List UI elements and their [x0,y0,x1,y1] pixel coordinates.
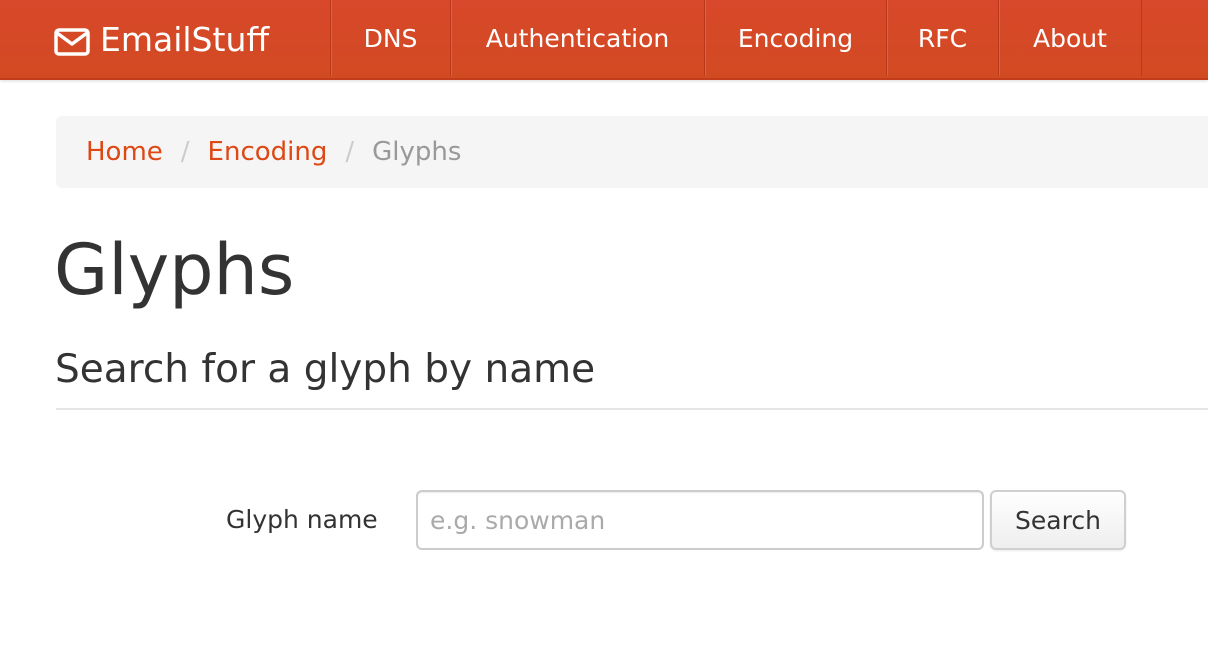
brand-link[interactable]: EmailStuff [54,0,269,78]
main-nav: DNS Authentication Encoding RFC About [330,0,1142,78]
envelope-icon [54,25,90,56]
breadcrumb: Home / Encoding / Glyphs [56,116,1208,188]
section-title: Search for a glyph by name [55,347,596,392]
nav-item-about[interactable]: About [998,0,1142,76]
nav-item-rfc[interactable]: RFC [886,0,998,76]
breadcrumb-separator: / [180,137,190,167]
nav-item-dns[interactable]: DNS [330,0,450,76]
nav-item-authentication[interactable]: Authentication [450,0,704,76]
page-title: Glyphs [54,229,295,311]
breadcrumb-separator: / [345,137,355,167]
breadcrumb-current: Glyphs [372,137,462,167]
top-navbar: EmailStuff DNS Authentication Encoding R… [0,0,1208,80]
breadcrumb-home[interactable]: Home [86,137,163,167]
breadcrumb-encoding[interactable]: Encoding [208,137,328,167]
brand-name: EmailStuff [100,19,270,59]
glyph-name-input[interactable] [416,490,984,550]
glyph-name-label: Glyph name [226,505,378,534]
section-divider [56,408,1208,410]
nav-item-encoding[interactable]: Encoding [704,0,886,76]
search-button[interactable]: Search [990,490,1126,550]
